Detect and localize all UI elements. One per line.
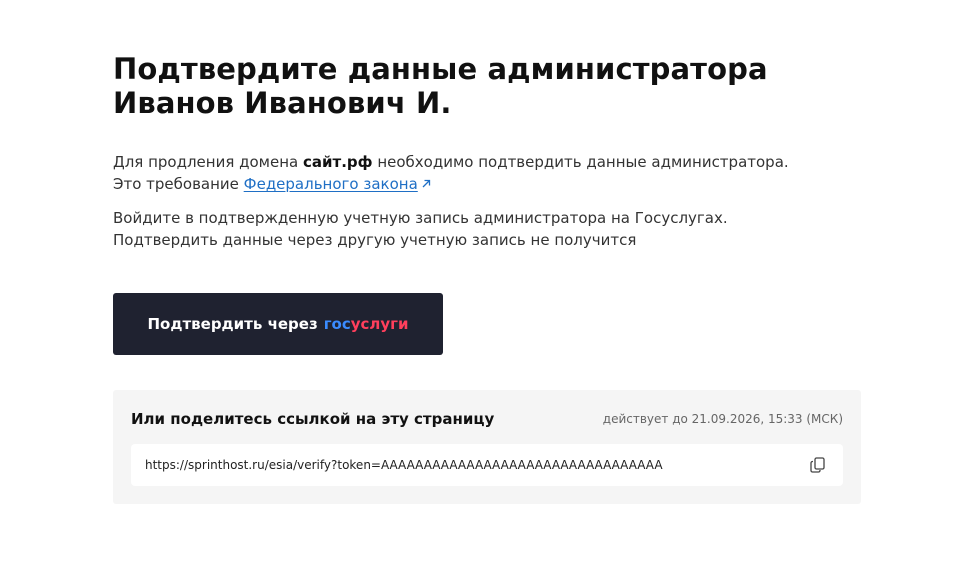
login-note-line1: Войдите в подтвержденную учетную запись … bbox=[113, 209, 728, 227]
share-header: Или поделитесь ссылкой на эту страницу д… bbox=[131, 408, 843, 430]
link-expiry: действует до 21.09.2026, 15:33 (МСК) bbox=[602, 412, 843, 426]
main-content: Подтвердите данные администратора Иванов… bbox=[113, 52, 861, 504]
share-url-field[interactable]: https://sprinthost.ru/esia/verify?token=… bbox=[131, 444, 843, 486]
copy-link-button[interactable] bbox=[807, 454, 829, 476]
intro-line1-prefix: Для продления домена bbox=[113, 153, 303, 171]
share-url[interactable]: https://sprinthost.ru/esia/verify?token=… bbox=[145, 458, 807, 472]
page-title-line2: Иванов Иванович И. bbox=[113, 86, 452, 120]
page-title: Подтвердите данные администратора Иванов… bbox=[113, 52, 861, 120]
page-title-line1: Подтвердите данные администратора bbox=[113, 52, 768, 86]
federal-law-link-label: Федерального закона bbox=[243, 175, 418, 193]
gosuslugi-logo: госуслуги bbox=[324, 315, 409, 333]
intro-paragraph: Для продления домена сайт.рф необходимо … bbox=[113, 151, 861, 195]
copy-icon bbox=[810, 457, 825, 473]
login-note-line2: Подтвердить данные через другую учетную … bbox=[113, 231, 637, 249]
share-link-panel: Или поделитесь ссылкой на эту страницу д… bbox=[113, 390, 861, 504]
domain-name: сайт.рф bbox=[303, 153, 373, 171]
external-link-icon bbox=[422, 179, 430, 188]
gosuslugi-logo-part1: гос bbox=[323, 315, 351, 333]
login-note: Войдите в подтвержденную учетную запись … bbox=[113, 207, 861, 251]
intro-line2-prefix: Это требование bbox=[113, 175, 244, 193]
page: Подтвердите данные администратора Иванов… bbox=[0, 0, 978, 585]
intro-line1-suffix: необходимо подтвердить данные администра… bbox=[372, 153, 789, 171]
confirm-gosuslugi-button[interactable]: Подтвердить через госуслуги bbox=[113, 293, 443, 355]
federal-law-link[interactable]: Федерального закона bbox=[244, 175, 432, 193]
gosuslugi-logo-part2: услуги bbox=[350, 315, 409, 333]
intro-line1: Для продления домена сайт.рф необходимо … bbox=[113, 151, 861, 173]
confirm-button-label: Подтвердить через bbox=[147, 315, 318, 333]
share-title: Или поделитесь ссылкой на эту страницу bbox=[131, 410, 495, 428]
intro-line2: Это требование Федерального закона bbox=[113, 173, 861, 195]
